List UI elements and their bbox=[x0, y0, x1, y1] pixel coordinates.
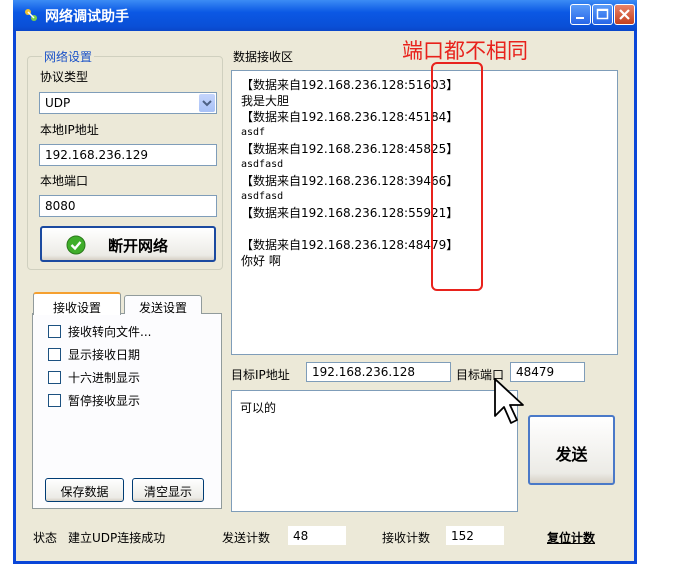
log-entry-body: asdf bbox=[241, 127, 266, 138]
receive-log[interactable]: 【数据来自192.168.236.128:51603】 我是大胆【数据来自192.… bbox=[231, 70, 618, 355]
recv-count-value: 152 bbox=[445, 525, 505, 546]
log-entry-header: 【数据来自192.168.236.128:45825】 bbox=[241, 142, 459, 156]
local-port-label: 本地端口 bbox=[40, 174, 89, 188]
clear-display-button[interactable]: 清空显示 bbox=[132, 478, 204, 502]
reset-count-link[interactable]: 复位计数 bbox=[547, 529, 595, 546]
mouse-cursor-icon bbox=[494, 378, 524, 424]
log-entry-header: 【数据来自192.168.236.128:39466】 bbox=[241, 174, 459, 188]
close-button[interactable] bbox=[614, 4, 635, 25]
maximize-button[interactable] bbox=[592, 4, 613, 25]
log-entry-header: 【数据来自192.168.236.128:45184】 bbox=[241, 110, 459, 124]
send-count-value: 48 bbox=[287, 525, 347, 546]
window-title: 网络调试助手 bbox=[45, 9, 129, 25]
option-checkbox-4[interactable] bbox=[48, 394, 61, 407]
log-entry-header: 【数据来自192.168.236.128:51603】 bbox=[241, 78, 459, 92]
close-icon bbox=[619, 9, 630, 20]
option-label-1: 接收转向文件... bbox=[68, 325, 152, 339]
annotation-highlight-box bbox=[431, 62, 483, 291]
option-label-2: 显示接收日期 bbox=[68, 348, 141, 362]
local-ip-label: 本地IP地址 bbox=[40, 123, 99, 137]
minimize-button[interactable] bbox=[570, 4, 591, 25]
tab-send-settings[interactable]: 发送设置 bbox=[124, 295, 202, 315]
log-entry-body: asdfasd bbox=[241, 159, 284, 170]
option-checkbox-2[interactable] bbox=[48, 348, 61, 361]
disconnect-button[interactable]: 断开网络 bbox=[40, 226, 216, 262]
chevron-down-icon bbox=[202, 100, 212, 107]
option-checkbox-1[interactable] bbox=[48, 325, 61, 338]
tab-receive-settings[interactable]: 接收设置 bbox=[33, 292, 121, 315]
recv-count-label: 接收计数 bbox=[382, 531, 431, 545]
log-entry-body bbox=[241, 221, 458, 237]
send-button[interactable]: 发送 bbox=[528, 415, 615, 485]
dropdown-button[interactable] bbox=[199, 94, 215, 112]
annotation-text: 端口都不相同 bbox=[402, 39, 528, 63]
receive-area-title: 数据接收区 bbox=[233, 50, 294, 64]
log-entry-body: 我是大胆 bbox=[241, 94, 290, 108]
option-label-3: 十六进制显示 bbox=[68, 371, 141, 385]
receive-log-content: 【数据来自192.168.236.128:51603】 我是大胆【数据来自192.… bbox=[241, 77, 458, 269]
maximize-icon bbox=[596, 8, 609, 20]
log-entry-body: asdfasd bbox=[241, 191, 284, 202]
status-label: 状态 bbox=[33, 531, 58, 545]
option-checkbox-3[interactable] bbox=[48, 371, 61, 384]
log-entry-header: 【数据来自192.168.236.128:55921】 bbox=[241, 206, 459, 220]
protocol-value: UDP bbox=[45, 96, 71, 110]
log-entry-body: 你好 啊 bbox=[241, 254, 281, 268]
send-count-label: 发送计数 bbox=[222, 531, 271, 545]
minimize-icon bbox=[576, 17, 584, 19]
target-ip-input[interactable]: 192.168.236.128 bbox=[306, 362, 451, 382]
option-label-4: 暂停接收显示 bbox=[68, 394, 141, 408]
disconnect-button-label: 断开网络 bbox=[108, 237, 169, 255]
protocol-label: 协议类型 bbox=[40, 70, 89, 84]
target-ip-label: 目标IP地址 bbox=[231, 368, 290, 382]
check-circle-icon bbox=[66, 235, 86, 255]
network-settings-title: 网络设置 bbox=[42, 48, 95, 65]
network-app-icon bbox=[25, 9, 37, 21]
local-port-input[interactable]: 8080 bbox=[39, 195, 217, 217]
status-value: 建立UDP连接成功 bbox=[68, 531, 166, 545]
protocol-select[interactable]: UDP bbox=[39, 92, 217, 114]
title-bar[interactable]: 网络调试助手 bbox=[13, 0, 637, 31]
log-entry-header: 【数据来自192.168.236.128:48479】 bbox=[241, 238, 459, 252]
local-ip-input[interactable]: 192.168.236.129 bbox=[39, 144, 217, 166]
send-text-input[interactable]: 可以的 bbox=[231, 390, 518, 512]
save-data-button[interactable]: 保存数据 bbox=[45, 478, 124, 502]
